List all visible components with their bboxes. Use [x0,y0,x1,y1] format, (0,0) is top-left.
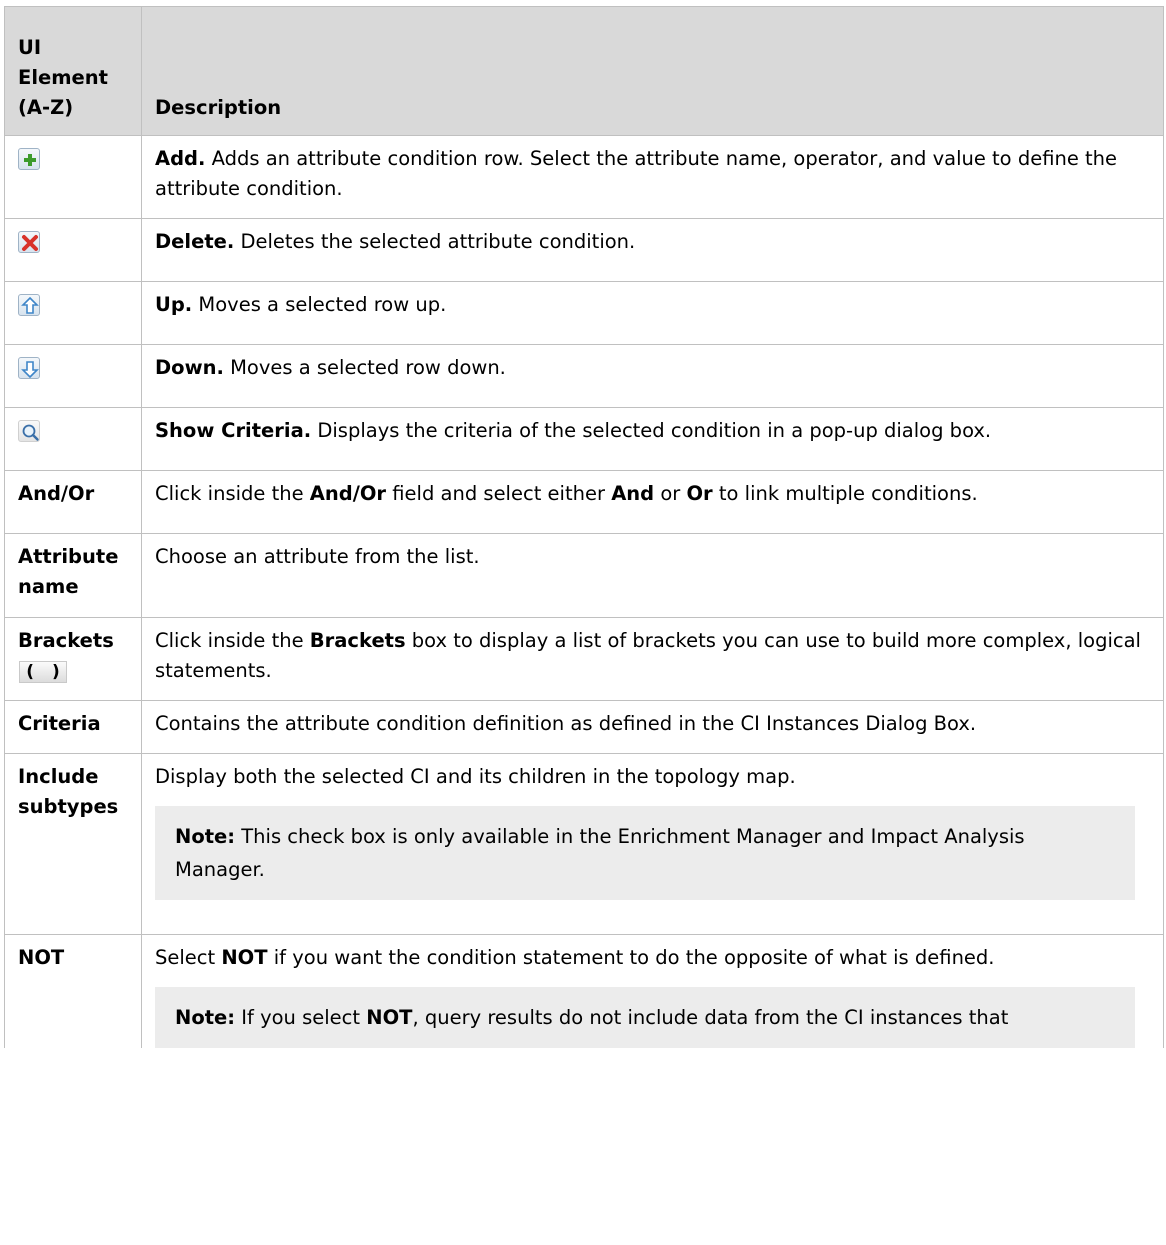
table-row: Down. Moves a selected row down. [4,344,1164,408]
table-row: And/Or Click inside the And/Or field and… [4,470,1164,534]
up-icon [18,294,40,316]
note-box: Note: If you select NOT, query results d… [155,987,1135,1048]
description-cell: Choose an attribute from the list. [141,533,1164,618]
table-row: Show Criteria. Displays the criteria of … [4,407,1164,471]
table-row: Attribute name Choose an attribute from … [4,533,1164,618]
table-row: Delete. Deletes the selected attribute c… [4,218,1164,282]
element-cell [4,135,142,219]
element-cell [4,407,142,471]
element-cell [4,218,142,282]
table-row: Add. Adds an attribute condition row. Se… [4,135,1164,219]
element-cell: NOT [4,934,142,1048]
show-criteria-icon [18,420,40,442]
brackets-icon: () [19,661,67,683]
table-header-row: UI Element (A-Z) Description [4,6,1164,136]
description-cell: Click inside the And/Or field and select… [141,470,1164,534]
delete-icon [18,231,40,253]
description-cell: Add. Adds an attribute condition row. Se… [141,135,1164,219]
description-cell: Up. Moves a selected row up. [141,281,1164,345]
table-row: Up. Moves a selected row up. [4,281,1164,345]
description-cell: Display both the selected CI and its chi… [141,753,1164,935]
down-icon [18,357,40,379]
table-row: Include subtypes Display both the select… [4,753,1164,935]
element-cell: Criteria [4,700,142,754]
description-cell: Click inside the Brackets box to display… [141,617,1164,701]
description-cell: Select NOT if you want the condition sta… [141,934,1164,1048]
ui-elements-table: UI Element (A-Z) Description Add. Adds a… [4,6,1164,1048]
header-ui-element: UI Element (A-Z) [4,6,142,136]
element-cell: Attribute name [4,533,142,618]
element-cell [4,344,142,408]
element-cell: Brackets () [4,617,142,701]
description-cell: Show Criteria. Displays the criteria of … [141,407,1164,471]
description-cell: Down. Moves a selected row down. [141,344,1164,408]
table-row: Criteria Contains the attribute conditio… [4,700,1164,754]
description-cell: Delete. Deletes the selected attribute c… [141,218,1164,282]
header-description: Description [141,6,1164,136]
note-box: Note: This check box is only available i… [155,806,1135,900]
element-cell: And/Or [4,470,142,534]
table-row: Brackets () Click inside the Brackets bo… [4,617,1164,701]
element-cell [4,281,142,345]
add-icon [18,148,40,170]
table-row: NOT Select NOT if you want the condition… [4,934,1164,1048]
description-cell: Contains the attribute condition definit… [141,700,1164,754]
element-cell: Include subtypes [4,753,142,935]
